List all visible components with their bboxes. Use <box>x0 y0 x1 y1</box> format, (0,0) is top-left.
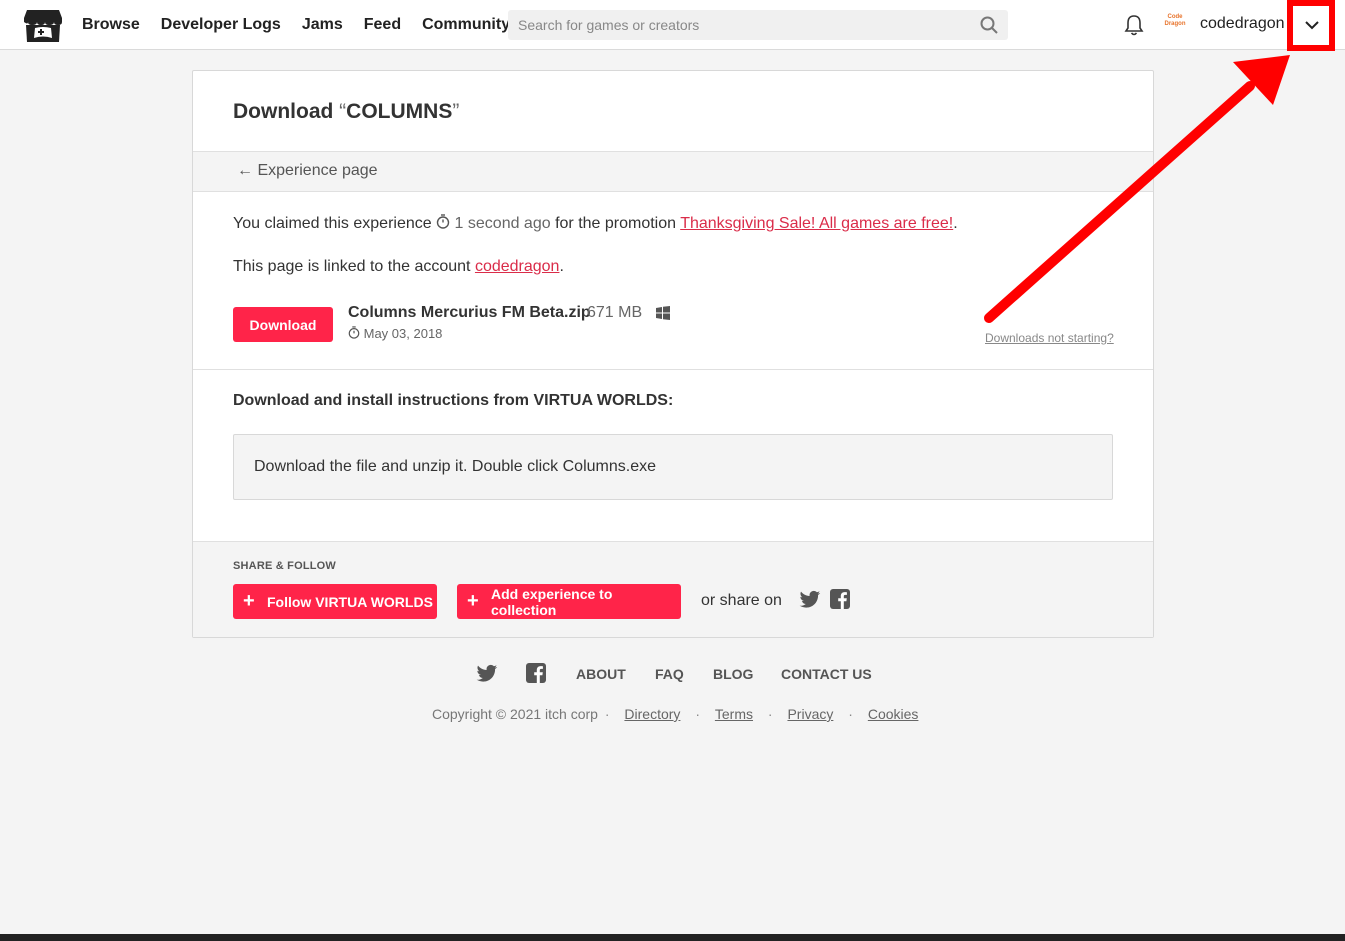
footer-privacy-link[interactable]: Privacy <box>787 706 833 722</box>
file-name: Columns Mercurius FM Beta.zip <box>348 304 591 321</box>
twitter-icon[interactable] <box>799 590 821 610</box>
linked-account-message: This page is linked to the account coded… <box>233 258 564 275</box>
clock-icon <box>348 326 360 339</box>
facebook-icon[interactable] <box>830 589 850 609</box>
clock-icon <box>436 214 450 229</box>
linked-account-link[interactable]: codedragon <box>475 258 560 275</box>
itchio-logo-icon[interactable] <box>23 8 63 44</box>
bottom-bar <box>0 934 1345 941</box>
page-title: Download “COLUMNS” <box>233 100 460 123</box>
facebook-icon[interactable] <box>526 663 546 683</box>
share-follow-label: SHARE & FOLLOW <box>233 560 337 572</box>
main-nav: Browse Developer Logs Jams Feed Communit… <box>82 0 531 50</box>
nav-feed[interactable]: Feed <box>364 16 401 34</box>
footer-contact-link[interactable]: CONTACT US <box>781 666 872 682</box>
search-input[interactable] <box>508 10 968 40</box>
footer-terms-link[interactable]: Terms <box>715 706 753 722</box>
copyright-line: Copyright © 2021 itch corp · Directory ·… <box>432 706 919 722</box>
file-date: May 03, 2018 <box>348 326 442 341</box>
copyright-text: Copyright © 2021 itch corp <box>432 706 598 722</box>
downloads-not-starting-link[interactable]: Downloads not starting? <box>985 331 1114 345</box>
divider <box>193 369 1153 370</box>
chevron-down-icon <box>1305 21 1319 30</box>
avatar[interactable]: Code Dragon <box>1161 14 1189 34</box>
bell-icon[interactable] <box>1124 14 1144 36</box>
footer-faq-link[interactable]: FAQ <box>655 666 684 682</box>
download-card: Download “COLUMNS” ← Experience page You… <box>192 70 1154 638</box>
or-share-label: or share on <box>701 592 782 609</box>
add-to-collection-button[interactable]: + Add experience to collection <box>457 584 681 619</box>
footer-about-link[interactable]: ABOUT <box>576 666 626 682</box>
footer-directory-link[interactable]: Directory <box>624 706 680 722</box>
nav-browse[interactable]: Browse <box>82 16 140 34</box>
footer-blog-link[interactable]: BLOG <box>713 666 753 682</box>
search-box <box>508 10 1008 40</box>
back-bar: ← Experience page <box>193 151 1153 192</box>
site-header: Browse Developer Logs Jams Feed Communit… <box>0 0 1345 51</box>
plus-icon: + <box>243 590 255 612</box>
search-icon[interactable] <box>980 16 998 34</box>
follow-button[interactable]: + Follow VIRTUA WORLDS <box>233 584 437 619</box>
nav-developer-logs[interactable]: Developer Logs <box>161 16 281 34</box>
windows-icon <box>656 306 670 320</box>
experience-page-link[interactable]: ← Experience page <box>237 162 378 180</box>
plus-icon: + <box>467 590 479 612</box>
nav-community[interactable]: Community <box>422 16 510 34</box>
promotion-link[interactable]: Thanksgiving Sale! All games are free! <box>680 215 953 232</box>
nav-jams[interactable]: Jams <box>302 16 343 34</box>
instructions-text: Download the file and unzip it. Double c… <box>254 458 656 475</box>
instructions-box: Download the file and unzip it. Double c… <box>233 434 1113 500</box>
footer-cookies-link[interactable]: Cookies <box>868 706 919 722</box>
instructions-heading: Download and install instructions from V… <box>233 392 674 409</box>
user-menu-dropdown-button[interactable] <box>1287 0 1335 51</box>
username[interactable]: codedragon <box>1200 15 1285 33</box>
claimed-message: You claimed this experience 1 second ago… <box>233 214 958 232</box>
file-size: 671 MB <box>587 304 643 321</box>
twitter-icon[interactable] <box>476 664 498 684</box>
download-button[interactable]: Download <box>233 307 333 342</box>
share-follow-section: SHARE & FOLLOW + Follow VIRTUA WORLDS + Ad… <box>193 541 1153 637</box>
